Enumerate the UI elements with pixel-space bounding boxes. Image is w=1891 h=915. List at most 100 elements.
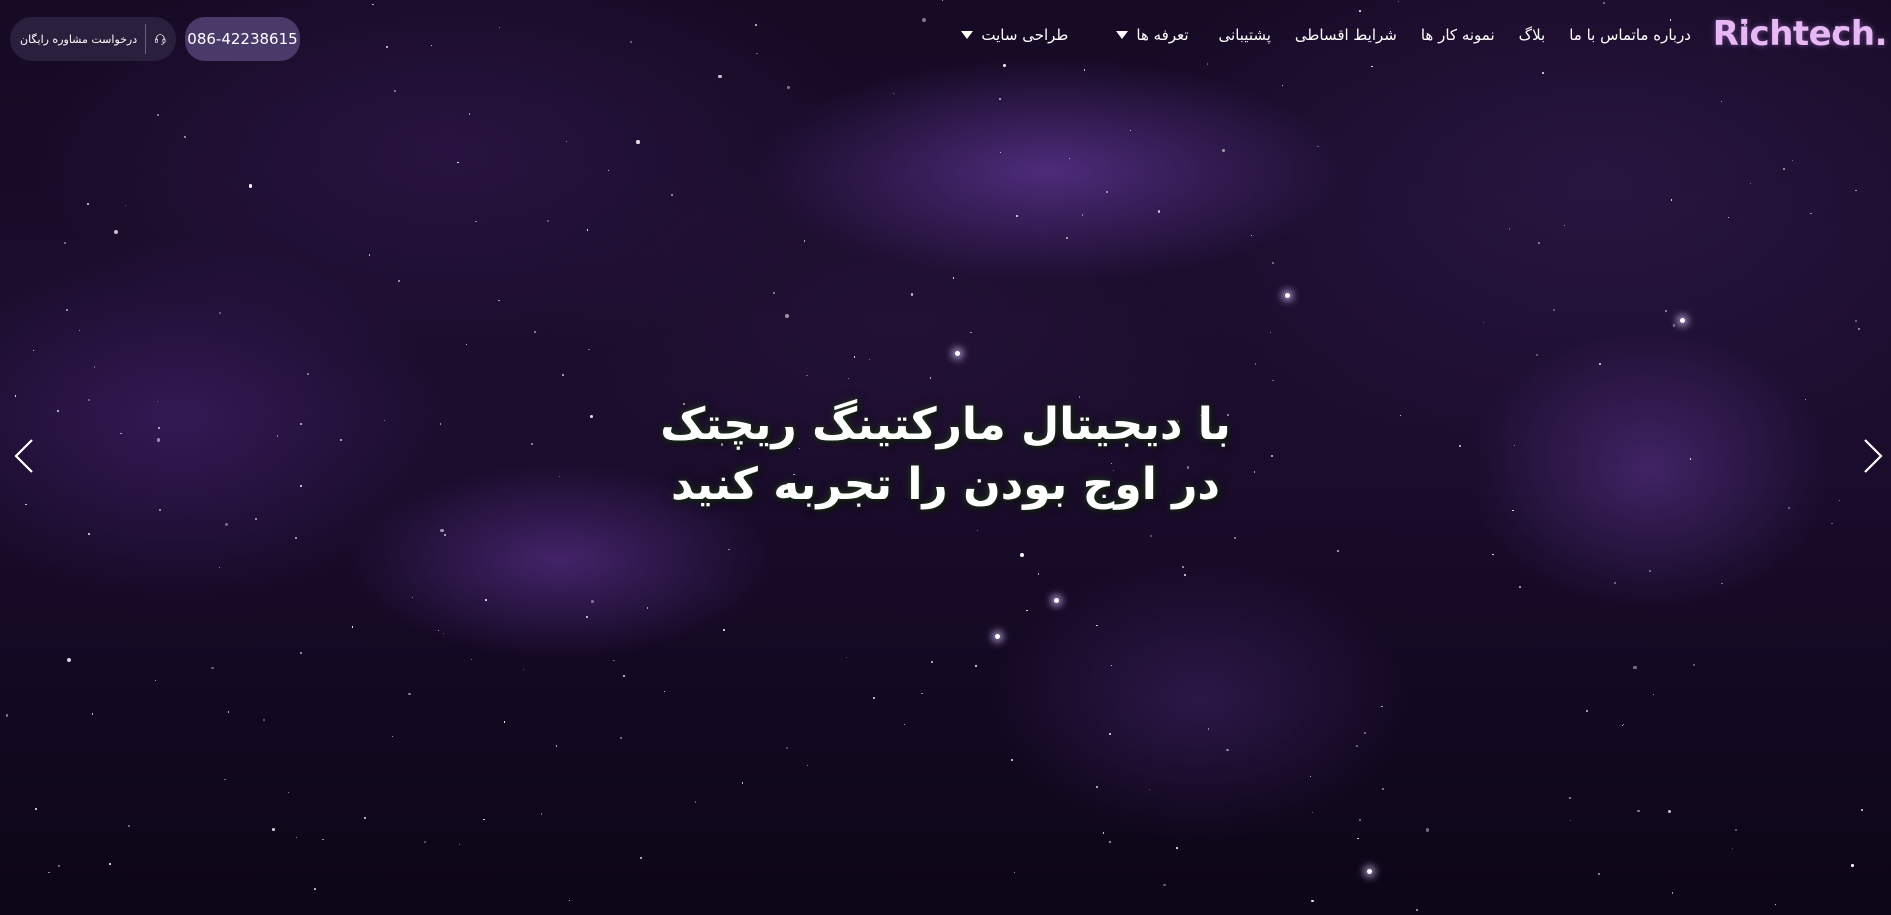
- nav-item-about[interactable]: درباره ما: [1636, 22, 1691, 48]
- star: [952, 277, 954, 279]
- nav-item-label: طراحی سایت: [981, 26, 1069, 44]
- star: [1693, 663, 1696, 666]
- star: [1081, 214, 1084, 216]
- star: [1363, 732, 1366, 735]
- nav-item-label: نمونه کار ها: [1420, 26, 1495, 44]
- star: [475, 220, 477, 223]
- star: [391, 735, 394, 738]
- star: [1680, 318, 1685, 323]
- hero-section: Richtech. طراحی سایت تعرفه ها پشتیبانی ش…: [0, 0, 1891, 915]
- star: [1381, 705, 1384, 708]
- star: [1669, 19, 1671, 21]
- nav-item-label: درباره ما: [1635, 26, 1691, 44]
- star: [1281, 84, 1283, 87]
- star: [1019, 553, 1024, 558]
- star: [5, 714, 8, 717]
- star: [254, 517, 258, 520]
- star: [546, 220, 549, 223]
- star: [32, 349, 34, 351]
- star: [364, 817, 366, 819]
- star: [1250, 234, 1253, 237]
- star: [78, 329, 81, 331]
- star: [64, 242, 66, 244]
- star: [1668, 810, 1672, 814]
- nav-item-label: پشتیبانی: [1218, 26, 1271, 44]
- nav-item-installments[interactable]: شرایط اقساطی: [1295, 22, 1397, 48]
- star: [586, 616, 589, 618]
- star: [386, 46, 388, 48]
- star: [1176, 847, 1179, 849]
- nav-item-blog[interactable]: بلاگ: [1519, 22, 1546, 48]
- star: [1508, 228, 1511, 231]
- nav-item-portfolio[interactable]: نمونه کار ها: [1421, 22, 1495, 48]
- star: [1721, 582, 1723, 585]
- star: [806, 374, 808, 377]
- hero-heading: با دیجیتال مارکتینگ ریچتک در اوج بودن را…: [0, 395, 1891, 515]
- star: [921, 693, 923, 695]
- star: [976, 530, 979, 532]
- star: [498, 299, 500, 302]
- star: [555, 745, 558, 747]
- star: [211, 666, 214, 670]
- site-logo[interactable]: Richtech.: [1713, 14, 1888, 54]
- star: [263, 719, 266, 722]
- nav-item-contact[interactable]: تماس با ما: [1569, 22, 1636, 48]
- star: [372, 3, 374, 6]
- star: [1599, 363, 1601, 365]
- star: [114, 230, 118, 234]
- caret-down-icon: [1116, 31, 1129, 39]
- star: [1222, 149, 1226, 153]
- hero-line-1: با دیجیتال مارکتینگ ریچتک: [660, 399, 1231, 450]
- star: [368, 254, 371, 256]
- star: [1732, 847, 1734, 849]
- star: [929, 377, 932, 379]
- nav-item-label: تعرفه ها: [1136, 26, 1189, 44]
- star: [1309, 775, 1312, 778]
- free-consultation-button[interactable]: درخواست مشاوره رایگان: [10, 17, 176, 61]
- headset-icon: [154, 34, 166, 45]
- nav-item-pricing[interactable]: تعرفه ها: [1116, 22, 1189, 48]
- nav-item-support[interactable]: پشتیبانی: [1219, 22, 1271, 48]
- star: [1003, 64, 1006, 67]
- star: [1570, 819, 1572, 822]
- star: [352, 626, 354, 628]
- star: [1791, 160, 1794, 162]
- star: [498, 27, 501, 29]
- star: [869, 358, 871, 361]
- star: [755, 24, 757, 26]
- star: [57, 864, 60, 867]
- star: [1671, 892, 1674, 895]
- star: [1535, 354, 1538, 356]
- star: [485, 598, 487, 601]
- star: [613, 659, 616, 662]
- star: [568, 899, 570, 901]
- star: [1727, 217, 1730, 219]
- star: [1734, 829, 1737, 832]
- star: [1831, 522, 1833, 525]
- star: [785, 746, 788, 749]
- nav-item-web-design[interactable]: طراحی سایت: [961, 22, 1068, 48]
- star: [786, 86, 790, 89]
- hero-line-2: در اوج بودن را تجربه کنید: [670, 459, 1221, 510]
- star: [847, 377, 849, 380]
- slider-prev-button[interactable]: [10, 436, 40, 476]
- star: [91, 712, 94, 715]
- star: [723, 629, 725, 632]
- star: [741, 782, 744, 785]
- star: [1158, 210, 1161, 213]
- star: [522, 668, 524, 671]
- star: [1855, 319, 1857, 322]
- star: [623, 675, 626, 678]
- star: [1721, 100, 1723, 102]
- star: [1613, 582, 1616, 585]
- star: [397, 279, 400, 282]
- star: [1226, 749, 1229, 752]
- star: [503, 721, 505, 723]
- star: [1623, 723, 1625, 725]
- phone-button[interactable]: 086-42238615: [185, 17, 300, 61]
- star: [1750, 182, 1752, 185]
- slider-next-button[interactable]: [1857, 436, 1887, 476]
- star: [1774, 903, 1776, 905]
- star: [1665, 310, 1667, 312]
- star: [586, 229, 589, 232]
